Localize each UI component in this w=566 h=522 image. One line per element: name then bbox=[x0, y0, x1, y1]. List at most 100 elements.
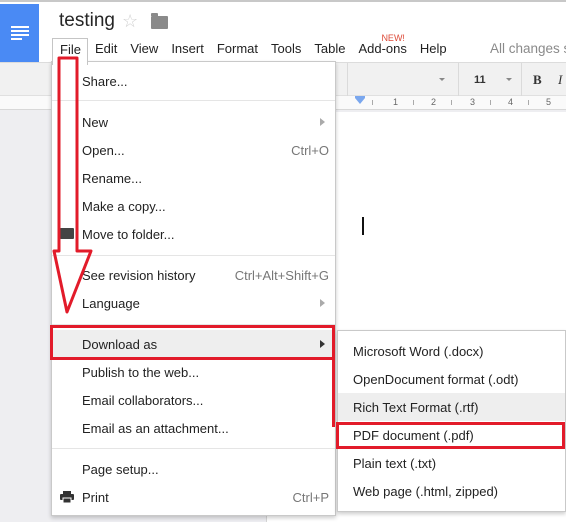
menu-item-label: Publish to the web... bbox=[82, 364, 200, 380]
submenu-item-pdf[interactable]: PDF document (.pdf) bbox=[338, 421, 565, 449]
menu-format[interactable]: Format bbox=[210, 38, 264, 62]
submenu-arrow-icon bbox=[320, 299, 325, 307]
menu-item-label: Print bbox=[82, 489, 109, 505]
submenu-item-label: OpenDocument format (.odt) bbox=[353, 371, 519, 387]
menu-divider bbox=[52, 448, 335, 449]
ruler-tick bbox=[528, 100, 529, 105]
submenu-item-docx[interactable]: Microsoft Word (.docx) bbox=[338, 337, 565, 365]
ruler-tick bbox=[490, 100, 491, 105]
indent-marker-icon[interactable] bbox=[355, 96, 365, 104]
menu-label: Table bbox=[314, 41, 346, 56]
menu-item-email-collaborators[interactable]: Email collaborators... bbox=[52, 386, 335, 414]
save-status: All changes saved in Drive bbox=[490, 41, 566, 56]
menu-divider bbox=[52, 324, 335, 325]
download-as-submenu: Microsoft Word (.docx) OpenDocument form… bbox=[337, 330, 566, 512]
menu-item-label: Page setup... bbox=[82, 461, 159, 477]
menu-file[interactable]: File bbox=[52, 38, 88, 65]
menu-label: Format bbox=[216, 41, 258, 56]
star-icon[interactable]: ☆ bbox=[122, 11, 138, 32]
submenu-item-odt[interactable]: OpenDocument format (.odt) bbox=[338, 365, 565, 393]
ruler-tick bbox=[372, 100, 373, 105]
submenu-item-label: PDF document (.pdf) bbox=[353, 427, 474, 443]
submenu-arrow-icon bbox=[320, 340, 325, 348]
menu-item-label: Rename... bbox=[82, 170, 142, 186]
menu-item-new[interactable]: New bbox=[52, 108, 335, 136]
new-badge: NEW! bbox=[381, 33, 405, 43]
submenu-item-html[interactable]: Web page (.html, zipped) bbox=[338, 477, 565, 505]
ruler-number: 2 bbox=[431, 97, 437, 107]
menu-item-label: See revision history bbox=[82, 267, 196, 283]
menu-item-label: Email as an attachment... bbox=[82, 420, 229, 436]
text-cursor bbox=[362, 217, 364, 235]
menu-label: Tools bbox=[271, 41, 302, 56]
menu-item-revision-history[interactable]: See revision history Ctrl+Alt+Shift+G bbox=[52, 261, 335, 289]
submenu-item-rtf[interactable]: Rich Text Format (.rtf) bbox=[338, 393, 565, 421]
header: testing ☆ File Edit View Insert Format T… bbox=[0, 0, 566, 65]
menu-label: View bbox=[130, 41, 159, 56]
font-dropdown-caret-icon[interactable] bbox=[439, 78, 445, 81]
folder-icon[interactable] bbox=[151, 13, 168, 29]
menu-item-share[interactable]: Share... bbox=[52, 67, 335, 95]
menu-item-label: Email collaborators... bbox=[82, 392, 204, 408]
italic-button[interactable]: I bbox=[558, 72, 562, 88]
menu-item-move-to-folder[interactable]: Move to folder... bbox=[52, 220, 335, 248]
menu-addons[interactable]: Add-ons NEW! bbox=[351, 33, 412, 62]
menu-table[interactable]: Table bbox=[307, 38, 351, 62]
menu-item-language[interactable]: Language bbox=[52, 289, 335, 317]
ruler-tick bbox=[413, 100, 414, 105]
menu-item-print[interactable]: Print Ctrl+P bbox=[52, 483, 335, 511]
menu-label: Help bbox=[419, 41, 447, 56]
folder-icon bbox=[60, 228, 74, 239]
google-docs-window: testing ☆ File Edit View Insert Format T… bbox=[0, 0, 566, 522]
menu-item-email-attachment[interactable]: Email as an attachment... bbox=[52, 414, 335, 442]
menu-item-label: Move to folder... bbox=[82, 226, 175, 242]
menu-label: Insert bbox=[171, 41, 204, 56]
menu-item-label: Make a copy... bbox=[82, 198, 166, 214]
menu-tools[interactable]: Tools bbox=[264, 38, 307, 62]
menu-help[interactable]: Help bbox=[413, 38, 453, 62]
toolbar-divider bbox=[521, 63, 522, 96]
file-menu: Share... New Open... Ctrl+O Rename... Mak… bbox=[51, 61, 336, 516]
menu-item-make-copy[interactable]: Make a copy... bbox=[52, 192, 335, 220]
toolbar-divider bbox=[347, 63, 348, 96]
menu-edit[interactable]: Edit bbox=[88, 38, 123, 62]
submenu-item-label: Microsoft Word (.docx) bbox=[353, 343, 484, 359]
bold-button[interactable]: B bbox=[533, 72, 542, 88]
menu-item-download-as[interactable]: Download as bbox=[52, 330, 335, 358]
menu-label: File bbox=[60, 42, 81, 57]
menu-divider bbox=[52, 255, 335, 256]
menu-item-label: Open... bbox=[82, 142, 125, 158]
menu-item-label: Share... bbox=[82, 73, 128, 89]
menu-item-rename[interactable]: Rename... bbox=[52, 164, 335, 192]
submenu-item-label: Web page (.html, zipped) bbox=[353, 483, 498, 499]
toolbar-divider bbox=[458, 63, 459, 96]
printer-icon bbox=[60, 491, 74, 503]
ruler-number: 1 bbox=[393, 97, 399, 107]
font-size-caret-icon[interactable] bbox=[506, 78, 512, 81]
menu-item-page-setup[interactable]: Page setup... bbox=[52, 455, 335, 483]
ruler-number: 5 bbox=[546, 97, 552, 107]
submenu-item-txt[interactable]: Plain text (.txt) bbox=[338, 449, 565, 477]
menu-view[interactable]: View bbox=[123, 38, 164, 62]
font-size-select[interactable]: 11 bbox=[474, 74, 486, 86]
menu-item-open[interactable]: Open... Ctrl+O bbox=[52, 136, 335, 164]
menu-item-label: Language bbox=[82, 295, 140, 311]
menu-item-publish[interactable]: Publish to the web... bbox=[52, 358, 335, 386]
ruler-tick bbox=[451, 100, 452, 105]
menu-label: Add-ons bbox=[358, 41, 407, 56]
ruler-number: 3 bbox=[470, 97, 476, 107]
shortcut-label: Ctrl+O bbox=[291, 142, 329, 158]
shortcut-label: Ctrl+P bbox=[292, 489, 329, 505]
ruler-number: 4 bbox=[508, 97, 514, 107]
menu-label: Edit bbox=[94, 41, 118, 56]
menubar: File Edit View Insert Format Tools Table… bbox=[52, 33, 453, 65]
submenu-item-label: Rich Text Format (.rtf) bbox=[353, 399, 479, 415]
menu-item-label: Download as bbox=[82, 336, 158, 352]
docs-menu-icon bbox=[10, 26, 29, 40]
menu-item-label: New bbox=[82, 114, 109, 130]
docs-home-button[interactable] bbox=[0, 4, 39, 62]
menu-insert[interactable]: Insert bbox=[164, 38, 210, 62]
shortcut-label: Ctrl+Alt+Shift+G bbox=[234, 267, 329, 283]
submenu-arrow-icon bbox=[320, 118, 325, 126]
document-title[interactable]: testing bbox=[59, 10, 115, 32]
